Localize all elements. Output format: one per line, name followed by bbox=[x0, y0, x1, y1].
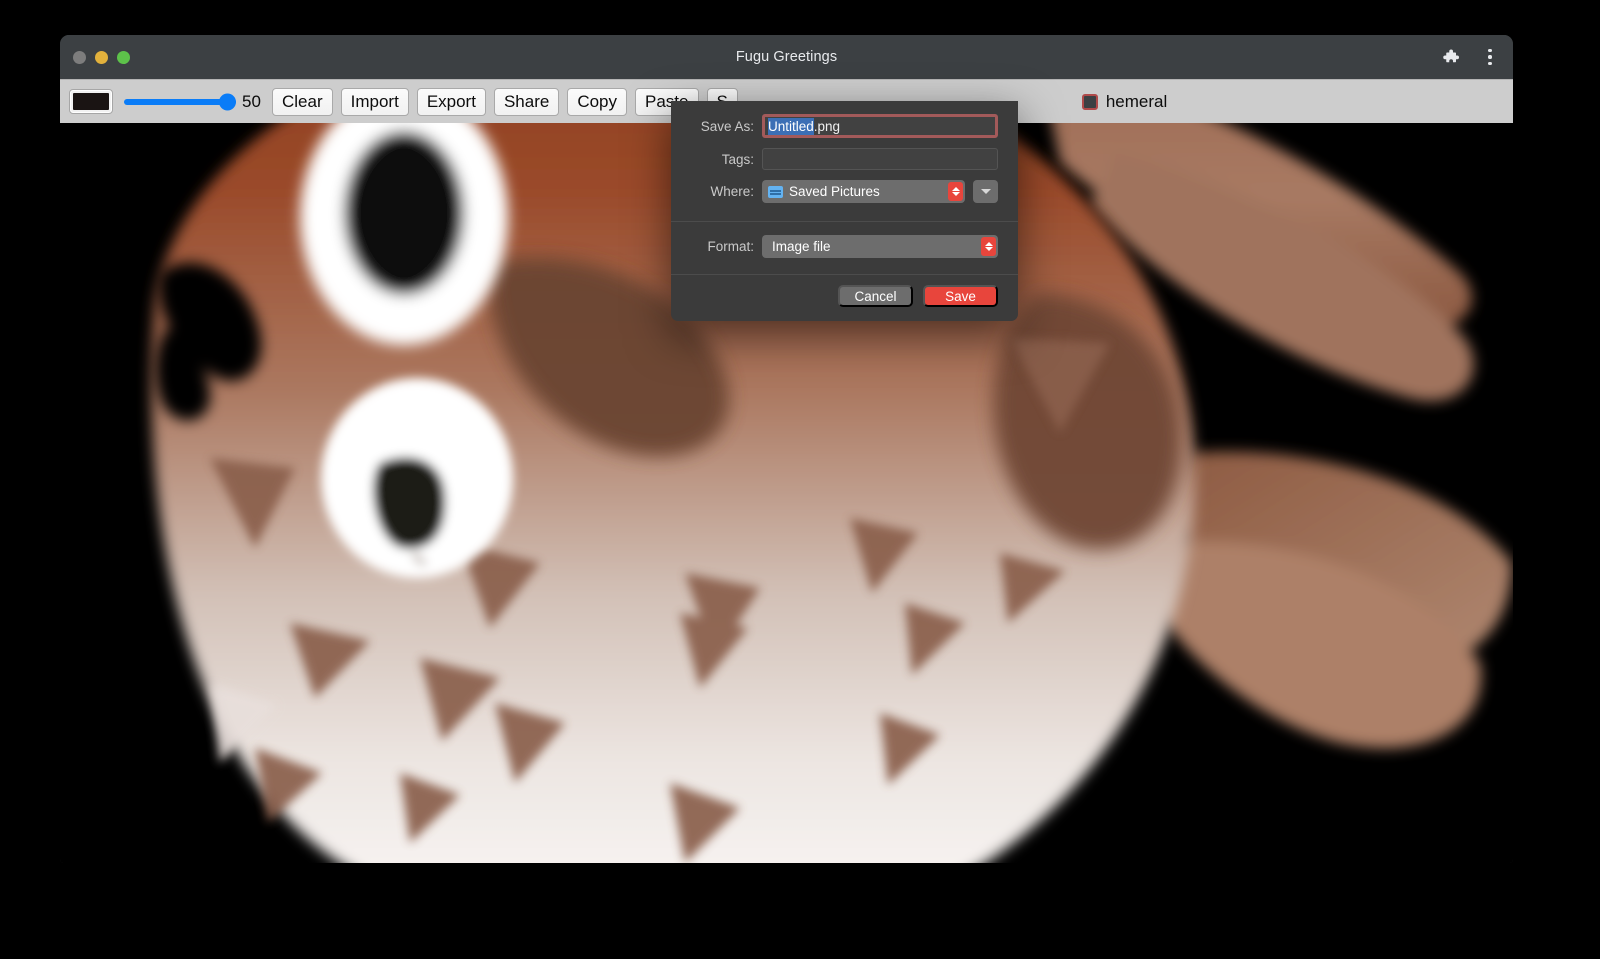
brush-size-value: 50 bbox=[242, 92, 264, 112]
where-dropdown[interactable]: Saved Pictures bbox=[762, 180, 965, 203]
format-value: Image file bbox=[772, 239, 831, 254]
where-row: Where: Saved Pictures bbox=[691, 180, 998, 203]
title-bar: Fugu Greetings bbox=[60, 35, 1513, 79]
format-dropdown[interactable]: Image file bbox=[762, 235, 998, 258]
save-as-selected-text: Untitled bbox=[768, 118, 814, 135]
where-value: Saved Pictures bbox=[789, 184, 880, 199]
save-file-dialog: Save As: Untitled.png Tags: Where: Saved… bbox=[671, 101, 1018, 321]
share-button[interactable]: Share bbox=[494, 88, 559, 116]
save-as-label: Save As: bbox=[691, 119, 762, 134]
import-button[interactable]: Import bbox=[341, 88, 409, 116]
puzzle-piece-icon[interactable] bbox=[1439, 46, 1461, 68]
where-stepper-icon[interactable] bbox=[948, 182, 963, 201]
copy-button[interactable]: Copy bbox=[567, 88, 627, 116]
save-as-input[interactable]: Untitled.png bbox=[762, 114, 998, 138]
close-window-button[interactable] bbox=[73, 51, 86, 64]
color-picker-swatch[interactable] bbox=[69, 89, 113, 114]
minimize-window-button[interactable] bbox=[95, 51, 108, 64]
window-title: Fugu Greetings bbox=[60, 49, 1513, 65]
color-swatch-inner bbox=[73, 93, 109, 110]
chevron-down-icon bbox=[981, 189, 991, 194]
kebab-menu-icon[interactable] bbox=[1479, 46, 1501, 68]
window-controls bbox=[73, 35, 130, 79]
desktop-backdrop: Fugu Greetings 50 bbox=[0, 0, 1600, 959]
format-row: Format: Image file bbox=[691, 235, 998, 258]
ephemeral-label: hemeral bbox=[1106, 92, 1167, 112]
export-button[interactable]: Export bbox=[417, 88, 486, 116]
ephemeral-checkbox[interactable] bbox=[1082, 94, 1098, 110]
save-dialog-fields: Save As: Untitled.png Tags: Where: Saved… bbox=[671, 101, 1018, 217]
where-label: Where: bbox=[691, 184, 762, 199]
clear-button[interactable]: Clear bbox=[272, 88, 333, 116]
tags-label: Tags: bbox=[691, 152, 762, 167]
format-stepper-icon[interactable] bbox=[981, 237, 996, 256]
save-confirm-button[interactable]: Save bbox=[923, 285, 998, 307]
save-as-extension-text: .png bbox=[814, 119, 840, 134]
expand-browser-button[interactable] bbox=[973, 180, 998, 203]
save-as-row: Save As: Untitled.png bbox=[691, 114, 998, 138]
tags-row: Tags: bbox=[691, 148, 998, 170]
slider-thumb[interactable] bbox=[219, 93, 236, 110]
cancel-button[interactable]: Cancel bbox=[838, 285, 913, 307]
app-window: Fugu Greetings 50 bbox=[60, 35, 1513, 863]
title-bar-actions bbox=[1439, 35, 1501, 79]
folder-icon bbox=[768, 186, 783, 198]
format-section: Format: Image file bbox=[671, 222, 1018, 270]
format-label: Format: bbox=[691, 239, 762, 254]
brush-size-slider[interactable] bbox=[124, 91, 236, 113]
save-dialog-actions: Cancel Save bbox=[671, 275, 1018, 321]
tags-input[interactable] bbox=[762, 148, 998, 170]
maximize-window-button[interactable] bbox=[117, 51, 130, 64]
